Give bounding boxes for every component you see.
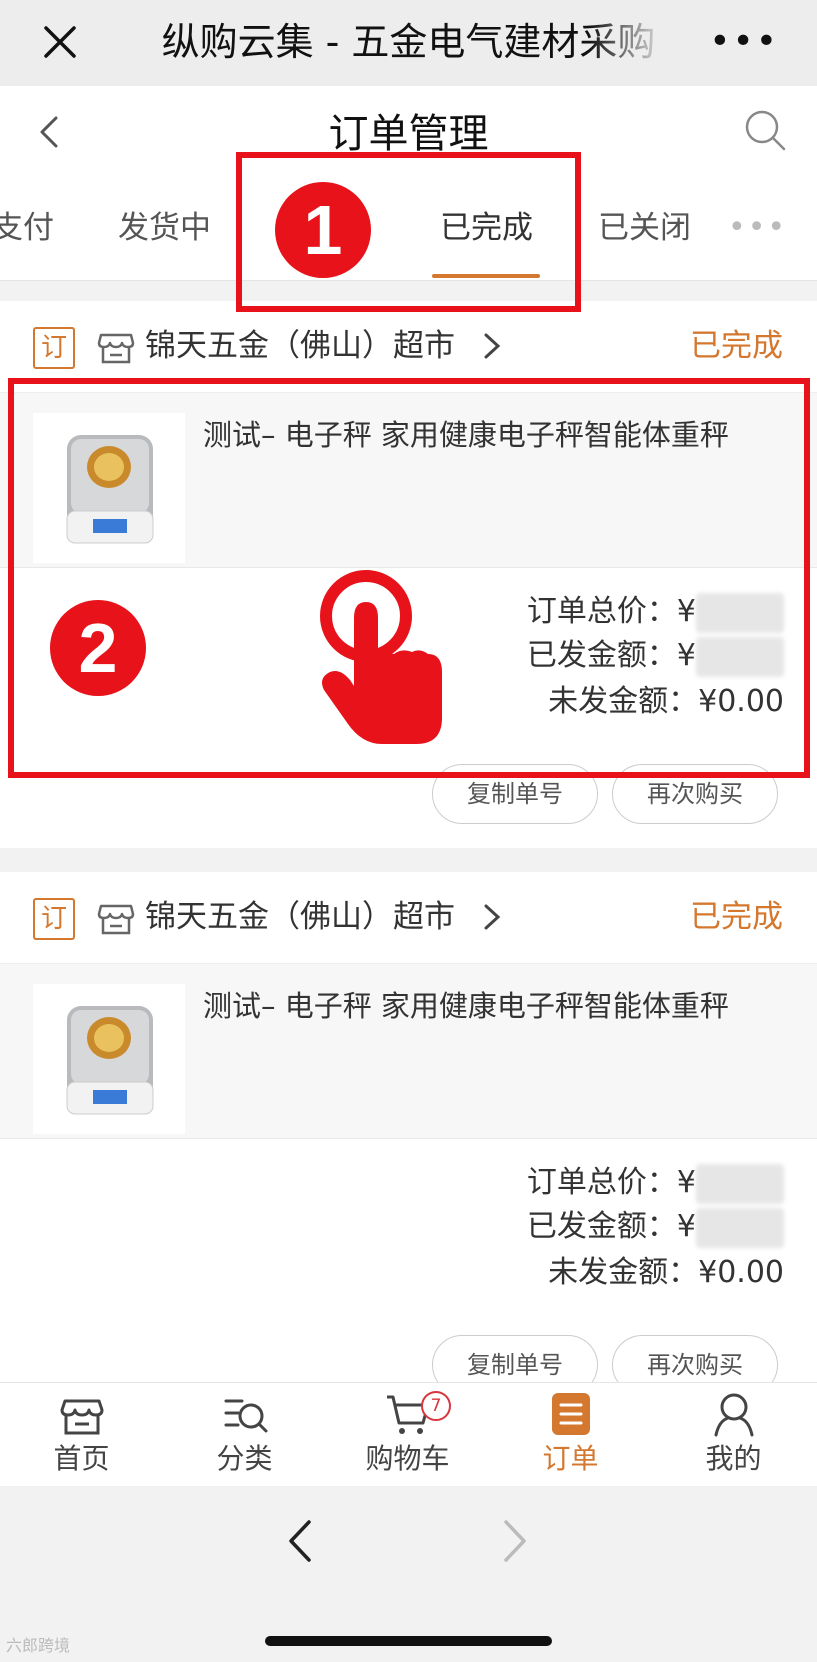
annotation-step-1: 1 bbox=[275, 182, 371, 278]
nav-cart-label: 购物车 bbox=[365, 1442, 450, 1475]
user-icon bbox=[714, 1393, 753, 1437]
window-title: 纵购云集 - 五金电气建材采购 bbox=[161, 20, 656, 64]
order-type-badge: 订 bbox=[33, 327, 75, 369]
pointing-hand-icon bbox=[320, 570, 442, 744]
more-menu-button[interactable]: ••• bbox=[709, 22, 779, 62]
shop-row[interactable]: 订 锦天五金（佛山）超市 已完成 bbox=[0, 872, 817, 964]
orders-icon bbox=[551, 1393, 590, 1435]
nav-profile[interactable]: 我的 bbox=[652, 1389, 815, 1485]
product-title: 测试– 电子秤 家用健康电子秤智能体重秤 bbox=[203, 989, 729, 1023]
tab-pending-payment[interactable]: 支付 bbox=[0, 206, 54, 250]
nav-profile-label: 我的 bbox=[705, 1442, 762, 1475]
nav-home[interactable]: 首页 bbox=[0, 1389, 163, 1485]
nav-home-label: 首页 bbox=[53, 1442, 110, 1475]
store-home-icon bbox=[60, 1399, 103, 1435]
home-indicator[interactable] bbox=[265, 1636, 552, 1646]
nav-category-label: 分类 bbox=[216, 1442, 273, 1475]
cart-count-badge: 7 bbox=[421, 1391, 451, 1421]
shop-name: 锦天五金（佛山）超市 bbox=[145, 328, 455, 364]
store-icon bbox=[97, 333, 135, 364]
shipped-amount-line: 已发金额：¥ bbox=[527, 1205, 784, 1249]
shop-name: 锦天五金（佛山）超市 bbox=[145, 899, 455, 935]
bottom-navigation: 首页 分类 7 购物车 订单 我的 bbox=[0, 1382, 817, 1486]
browser-forward-icon[interactable] bbox=[500, 1516, 530, 1566]
product-image bbox=[33, 984, 185, 1134]
store-icon bbox=[97, 904, 135, 935]
close-icon[interactable] bbox=[40, 22, 80, 62]
redacted-amount bbox=[696, 1163, 784, 1204]
order-status: 已完成 bbox=[690, 328, 783, 364]
product-row[interactable]: 测试– 电子秤 家用健康电子秤智能体重秤 bbox=[0, 964, 817, 1139]
browser-toolbar: 六郎跨境 bbox=[0, 1486, 817, 1662]
window-top-bar: 纵购云集 - 五金电气建材采购 ••• bbox=[0, 0, 817, 86]
chevron-right-icon bbox=[484, 333, 501, 359]
copy-order-number-button[interactable]: 复制单号 bbox=[432, 1335, 598, 1382]
tab-shipping[interactable]: 发货中 bbox=[118, 206, 211, 250]
order-card: 订 锦天五金（佛山）超市 已完成 测试– 电子秤 家用健康电子秤智能体重秤 订单… bbox=[0, 872, 817, 1382]
order-type-badge: 订 bbox=[33, 898, 75, 940]
redacted-amount bbox=[696, 1207, 784, 1248]
nav-orders-label: 订单 bbox=[542, 1442, 599, 1475]
watermark: 六郎跨境 bbox=[6, 1636, 71, 1655]
order-actions: 复制单号 再次购买 bbox=[0, 1321, 817, 1382]
tabs-more-button[interactable]: ••• bbox=[728, 213, 787, 243]
category-search-icon bbox=[224, 1399, 267, 1433]
chevron-right-icon bbox=[484, 904, 501, 930]
buy-again-button[interactable]: 再次购买 bbox=[612, 1335, 778, 1382]
unshipped-amount-line: 未发金额：¥0.00 bbox=[548, 1255, 784, 1290]
nav-orders[interactable]: 订单 bbox=[489, 1389, 652, 1485]
nav-category[interactable]: 分类 bbox=[163, 1389, 326, 1485]
order-status: 已完成 bbox=[690, 899, 783, 935]
browser-back-icon[interactable] bbox=[285, 1516, 315, 1566]
price-summary: 订单总价：¥ 已发金额：¥ 未发金额：¥0.00 bbox=[0, 1139, 817, 1321]
order-total-line: 订单总价：¥ bbox=[527, 1161, 784, 1205]
annotation-step-2: 2 bbox=[50, 600, 146, 696]
search-icon[interactable] bbox=[743, 108, 787, 152]
nav-cart[interactable]: 7 购物车 bbox=[326, 1389, 489, 1485]
tab-closed[interactable]: 已关闭 bbox=[598, 206, 691, 250]
